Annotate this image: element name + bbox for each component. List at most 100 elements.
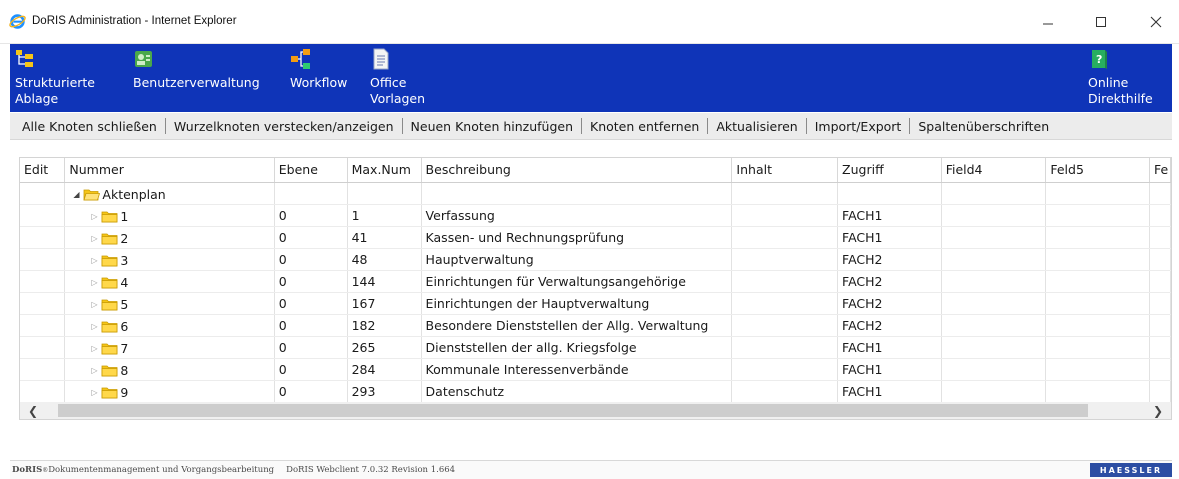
- toolbar-benutzerverwaltung[interactable]: Benutzerverwaltung: [133, 48, 260, 91]
- cell-edit[interactable]: [20, 358, 66, 381]
- cell-nummer[interactable]: ◢ Aktenplan: [64, 182, 275, 205]
- column-header-zugriff[interactable]: Zugriff: [837, 158, 942, 183]
- column-header-fe[interactable]: Fe: [1149, 158, 1171, 183]
- cell-fe: [1149, 314, 1171, 337]
- cell-feld5: [1045, 314, 1150, 337]
- action-import-export[interactable]: Import/Export: [815, 119, 902, 134]
- expand-triangle-icon[interactable]: ▷: [91, 234, 101, 243]
- column-header-field4[interactable]: Field4: [941, 158, 1047, 183]
- column-header-beschreibung[interactable]: Beschreibung: [421, 158, 733, 183]
- table-row[interactable]: ▷ 3 0 48 Hauptverwaltung FACH2: [20, 248, 1171, 271]
- cell-edit[interactable]: [20, 204, 66, 227]
- cell-nummer[interactable]: ▷ 9: [64, 380, 275, 402]
- cell-inhalt: [731, 314, 839, 337]
- toolbar-label: Online Direkthilfe: [1088, 75, 1153, 106]
- close-icon: [1150, 16, 1162, 28]
- expand-triangle-icon[interactable]: ▷: [91, 278, 101, 287]
- table-row[interactable]: ▷ 4 0 144 Einrichtungen für Verwaltungsangeh…: [20, 270, 1171, 293]
- toolbar-online-direkthilfe[interactable]: ? Online Direkthilfe: [1088, 48, 1153, 107]
- cell-zugriff: FACH1: [837, 358, 942, 381]
- expand-triangle-icon[interactable]: ▷: [91, 344, 101, 353]
- table-row[interactable]: ▷ 2 0 41 Kassen- und Rechnungsprüfung FACH1: [20, 226, 1171, 249]
- table-row[interactable]: ▷ 6 0 182 Besondere Dienststellen der Allg. …: [20, 314, 1171, 337]
- table-row[interactable]: ▷ 1 0 1 Verfassung FACH1: [20, 204, 1171, 227]
- cell-ebene: [274, 182, 348, 205]
- table-row[interactable]: ▷ 8 0 284 Kommunale Interessenverbände FACH1: [20, 358, 1171, 381]
- close-button[interactable]: [1138, 8, 1174, 36]
- collapse-triangle-icon[interactable]: ◢: [73, 190, 83, 199]
- folder-open-icon: [83, 189, 101, 200]
- column-header-ebene[interactable]: Ebene: [274, 158, 348, 183]
- action-bar: Alle Knoten schließen Wurzelknoten verst…: [10, 113, 1172, 140]
- expand-triangle-icon[interactable]: ▷: [91, 388, 101, 397]
- cell-field4: [941, 358, 1047, 381]
- cell-zugriff: FACH2: [837, 314, 942, 337]
- cell-nummer[interactable]: ▷ 1: [64, 204, 275, 227]
- expand-triangle-icon[interactable]: ▷: [91, 300, 101, 309]
- cell-edit[interactable]: [20, 182, 66, 205]
- tree-node-label: 1: [120, 208, 129, 224]
- cell-fe: [1149, 380, 1171, 402]
- table-row[interactable]: ▷ 7 0 265 Dienststellen der allg. Kriegsfolg…: [20, 336, 1171, 359]
- horizontal-scrollbar[interactable]: ❮ ❯: [19, 402, 1172, 420]
- cell-maxnum: 48: [347, 248, 422, 271]
- footer-tagline: Dokumentenmanagement und Vorgangsbearbei…: [48, 465, 275, 475]
- maximize-icon: [1096, 17, 1106, 27]
- minimize-button[interactable]: [1030, 8, 1066, 36]
- cell-ebene: 0: [274, 226, 348, 249]
- action-column-headers[interactable]: Spaltenüberschriften: [918, 119, 1049, 134]
- column-header-inhalt[interactable]: Inhalt: [731, 158, 839, 183]
- action-close-all-nodes[interactable]: Alle Knoten schließen: [22, 119, 157, 134]
- cell-nummer[interactable]: ▷ 2: [64, 226, 275, 249]
- toolbar-strukturierte-ablage[interactable]: Strukturierte Ablage: [15, 48, 95, 107]
- separator: [401, 118, 403, 134]
- cell-nummer[interactable]: ▷ 8: [64, 358, 275, 381]
- table-row[interactable]: ▷ 9 0 293 Datenschutz FACH1: [20, 380, 1171, 402]
- separator: [805, 118, 807, 134]
- status-footer: DoRIS ® Dokumentenmanagement und Vorgangs…: [10, 460, 1172, 479]
- cell-field4: [941, 226, 1047, 249]
- table-row-root[interactable]: ◢ Aktenplan: [20, 182, 1171, 205]
- cell-nummer[interactable]: ▷ 4: [64, 270, 275, 293]
- maximize-button[interactable]: [1083, 8, 1119, 36]
- cell-ebene: 0: [274, 314, 348, 337]
- toolbar-office-vorlagen[interactable]: Office Vorlagen: [370, 48, 425, 107]
- footer-brand: DoRIS: [12, 465, 43, 475]
- cell-edit[interactable]: [20, 248, 66, 271]
- expand-triangle-icon[interactable]: ▷: [91, 366, 101, 375]
- toolbar-workflow[interactable]: Workflow: [290, 48, 347, 91]
- column-header-feld5[interactable]: Feld5: [1045, 158, 1150, 183]
- cell-beschreibung: Einrichtungen der Hauptverwaltung: [421, 292, 733, 315]
- cell-field4: [941, 270, 1047, 293]
- scrollbar-thumb[interactable]: [58, 404, 1088, 417]
- cell-maxnum: 144: [347, 270, 422, 293]
- cell-beschreibung: Hauptverwaltung: [421, 248, 733, 271]
- cell-edit[interactable]: [20, 380, 66, 402]
- action-add-node[interactable]: Neuen Knoten hinzufügen: [411, 119, 573, 134]
- chevron-left-icon[interactable]: ❮: [24, 402, 42, 420]
- cell-nummer[interactable]: ▷ 7: [64, 336, 275, 359]
- action-refresh[interactable]: Aktualisieren: [716, 119, 797, 134]
- help-book-icon: ?: [1092, 50, 1107, 69]
- cell-nummer[interactable]: ▷ 3: [64, 248, 275, 271]
- cell-nummer[interactable]: ▷ 6: [64, 314, 275, 337]
- action-remove-node[interactable]: Knoten entfernen: [590, 119, 699, 134]
- cell-edit[interactable]: [20, 336, 66, 359]
- column-header-edit[interactable]: Edit: [20, 158, 66, 183]
- cell-edit[interactable]: [20, 314, 66, 337]
- table-row[interactable]: ▷ 5 0 167 Einrichtungen der Hauptverwaltung F…: [20, 292, 1171, 315]
- expand-triangle-icon[interactable]: ▷: [91, 212, 101, 221]
- expand-triangle-icon[interactable]: ▷: [91, 256, 101, 265]
- chevron-right-icon[interactable]: ❯: [1149, 402, 1167, 420]
- toolbar-label: Benutzerverwaltung: [133, 75, 260, 90]
- cell-edit[interactable]: [20, 226, 66, 249]
- cell-nummer[interactable]: ▷ 5: [64, 292, 275, 315]
- expand-triangle-icon[interactable]: ▷: [91, 322, 101, 331]
- column-header-maxnum[interactable]: Max.Num: [347, 158, 422, 183]
- column-header-nummer[interactable]: Nummer: [64, 158, 275, 183]
- cell-inhalt: [731, 204, 839, 227]
- cell-edit[interactable]: [20, 292, 66, 315]
- action-toggle-root-node[interactable]: Wurzelknoten verstecken/anzeigen: [174, 119, 394, 134]
- tree-grid: Edit Nummer Ebene Max.Num Beschreibung I…: [19, 157, 1172, 403]
- cell-edit[interactable]: [20, 270, 66, 293]
